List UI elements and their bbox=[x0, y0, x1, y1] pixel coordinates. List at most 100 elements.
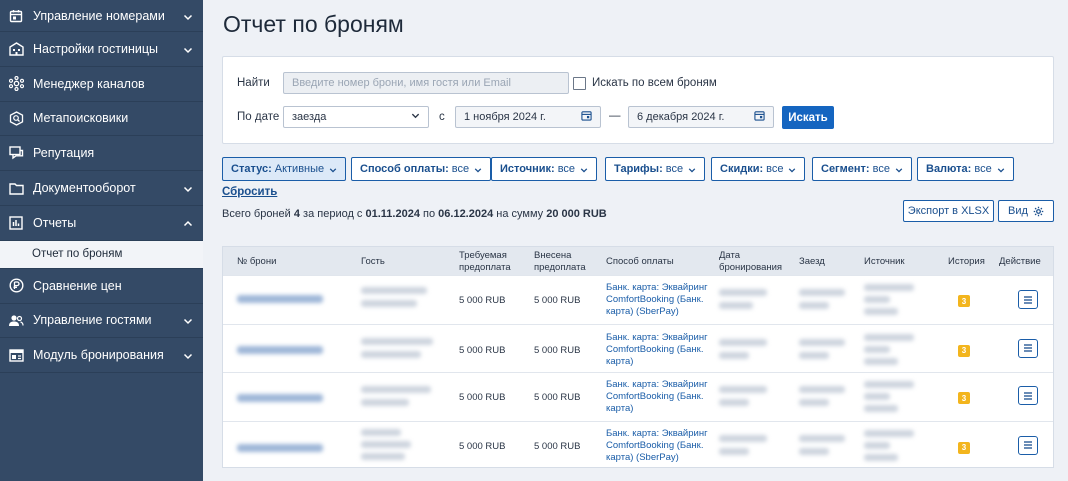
sidebar-item-documents[interactable]: Документооборот bbox=[0, 171, 203, 206]
summary-prefix: Всего броней bbox=[222, 208, 291, 220]
sidebar-item-label: Управление номерами bbox=[33, 8, 165, 23]
payment-method-line: Банк. карта: Эквайринг bbox=[606, 379, 708, 390]
filter-rates[interactable]: Тарифы: все bbox=[605, 157, 706, 181]
date-from-input[interactable]: 1 ноября 2024 г. bbox=[455, 106, 601, 128]
payment-method-line: ComfortBooking (Банк. bbox=[606, 439, 704, 451]
row-menu-button[interactable] bbox=[1018, 290, 1038, 309]
booking-date bbox=[719, 386, 767, 393]
header-paid-prepayment-2: предоплата bbox=[534, 262, 586, 273]
sidebar: Управление номерами Настройки гостиницы … bbox=[0, 0, 203, 481]
chevron-down-icon bbox=[183, 350, 193, 360]
filter-name: Сегмент: bbox=[821, 163, 870, 175]
sidebar-item-price-compare[interactable]: Сравнение цен bbox=[0, 269, 203, 304]
booking-number-link[interactable] bbox=[237, 443, 323, 452]
filter-source[interactable]: Источник: все bbox=[491, 157, 598, 181]
header-history: История bbox=[948, 256, 985, 267]
sidebar-item-room-management[interactable]: Управление номерами bbox=[0, 0, 203, 32]
view-label: Вид bbox=[1008, 205, 1028, 217]
header-payment-method: Способ оплаты bbox=[606, 256, 674, 267]
chevron-down-icon bbox=[788, 165, 796, 173]
header-required-prepayment-1: Требуемая bbox=[459, 250, 507, 261]
row-menu-button[interactable] bbox=[1018, 435, 1038, 455]
booking-date bbox=[719, 351, 749, 359]
checkin-date bbox=[799, 399, 829, 406]
booking-source bbox=[864, 357, 898, 365]
booking-date bbox=[719, 434, 767, 442]
date-to-value: 6 декабря 2024 г. bbox=[637, 111, 725, 123]
menu-lines-icon bbox=[1024, 391, 1032, 400]
sidebar-item-metasearch[interactable]: Метапоисковики bbox=[0, 102, 203, 137]
table-row: 5 000 RUB 5 000 RUB Банк. карта: Эквайри… bbox=[223, 420, 1053, 470]
reset-filters-link[interactable]: Сбросить bbox=[222, 186, 277, 198]
filter-name: Источник: bbox=[500, 163, 555, 175]
view-settings-button[interactable]: Вид bbox=[998, 200, 1054, 222]
chat-icon bbox=[8, 145, 24, 161]
payment-method-line: Банк. карта: Эквайринг bbox=[606, 331, 708, 343]
sidebar-item-channel-manager[interactable]: Менеджер каналов bbox=[0, 67, 203, 102]
guest-name bbox=[361, 452, 405, 460]
date-to-input[interactable]: 6 декабря 2024 г. bbox=[628, 106, 774, 128]
history-badge[interactable]: 3 bbox=[958, 392, 970, 404]
booking-number-link[interactable] bbox=[237, 345, 323, 354]
booking-number-link[interactable] bbox=[237, 394, 323, 402]
sidebar-item-hotel-settings[interactable]: Настройки гостиницы bbox=[0, 32, 203, 67]
filter-payment[interactable]: Способ оплаты: все bbox=[351, 157, 492, 181]
history-badge[interactable]: 3 bbox=[958, 295, 970, 307]
paid-prepayment: 5 000 RUB bbox=[534, 295, 581, 306]
booking-source bbox=[864, 441, 890, 449]
checkin-date bbox=[799, 351, 829, 359]
sidebar-subitem-booking-report[interactable]: Отчет по броням bbox=[0, 240, 203, 269]
filter-segment[interactable]: Сегмент: все bbox=[812, 157, 912, 181]
summary-to: 06.12.2024 bbox=[438, 208, 494, 220]
filter-status[interactable]: Статус: Активные bbox=[222, 157, 347, 181]
booking-number-link[interactable] bbox=[237, 295, 323, 303]
sidebar-item-label: Сравнение цен bbox=[33, 278, 122, 293]
search-button[interactable]: Искать bbox=[782, 106, 834, 129]
history-badge[interactable]: 3 bbox=[958, 441, 970, 454]
search-input[interactable]: Введите номер брони, имя гостя или Email bbox=[283, 72, 569, 94]
gear-icon bbox=[1033, 206, 1044, 217]
booking-source bbox=[864, 284, 914, 291]
guest-name bbox=[361, 350, 421, 358]
table-header: № брони Гость Требуемая предоплата Внесе… bbox=[223, 247, 1053, 275]
network-icon bbox=[8, 76, 24, 92]
price-compare-icon bbox=[8, 278, 24, 294]
history-badge[interactable]: 3 bbox=[958, 344, 970, 357]
search-all-checkbox[interactable] bbox=[573, 77, 586, 90]
chevron-up-icon bbox=[183, 218, 193, 228]
chevron-down-icon bbox=[474, 165, 482, 173]
filter-name: Скидки: bbox=[720, 163, 764, 175]
required-prepayment: 5 000 RUB bbox=[459, 344, 506, 356]
booking-date bbox=[719, 399, 749, 406]
filter-currency[interactable]: Валюта: все bbox=[917, 157, 1014, 181]
filter-name: Валюта: bbox=[926, 163, 972, 175]
booking-source bbox=[864, 429, 914, 437]
filter-value: все bbox=[557, 163, 576, 175]
summary-count: 4 bbox=[293, 208, 300, 220]
sidebar-item-guest-management[interactable]: Управление гостями bbox=[0, 304, 203, 339]
sidebar-item-reputation[interactable]: Репутация bbox=[0, 136, 203, 172]
export-xlsx-button[interactable]: Экспорт в XLSX bbox=[903, 200, 994, 222]
date-type-select[interactable]: заезда bbox=[283, 106, 429, 128]
chevron-down-icon bbox=[688, 165, 696, 173]
payment-method-line: ComfortBooking (Банк. bbox=[606, 294, 704, 305]
bookings-table: № брони Гость Требуемая предоплата Внесе… bbox=[222, 246, 1054, 468]
table-row: 5 000 RUB 5 000 RUB Банк. карта: Эквайри… bbox=[223, 323, 1053, 373]
sidebar-item-reports[interactable]: Отчеты bbox=[0, 206, 203, 241]
header-booking-date-1: Дата bbox=[719, 250, 741, 261]
header-guest: Гость bbox=[361, 256, 385, 267]
guest-name bbox=[361, 300, 417, 307]
filter-discounts[interactable]: Скидки: все bbox=[711, 157, 806, 181]
checkin-date bbox=[799, 302, 829, 309]
guest-name bbox=[361, 440, 411, 448]
chevron-down-icon bbox=[183, 183, 193, 193]
chevron-down-icon bbox=[411, 111, 420, 123]
booking-date bbox=[719, 338, 767, 346]
sidebar-item-booking-module[interactable]: Модуль бронирования bbox=[0, 338, 203, 374]
checkin-date bbox=[799, 386, 845, 393]
required-prepayment: 5 000 RUB bbox=[459, 440, 506, 452]
calendar-icon bbox=[754, 110, 765, 124]
row-menu-button[interactable] bbox=[1018, 338, 1038, 358]
row-menu-button[interactable] bbox=[1018, 386, 1038, 405]
guest-name bbox=[361, 399, 409, 406]
